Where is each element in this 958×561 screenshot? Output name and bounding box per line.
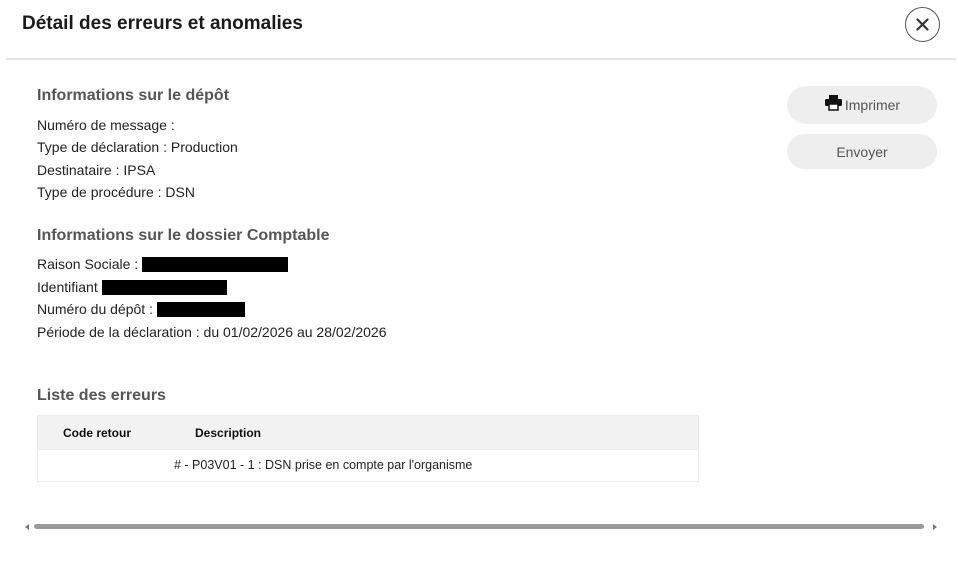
company-name-label: Raison Sociale : xyxy=(37,256,139,272)
print-button[interactable]: Imprimer xyxy=(787,86,937,124)
identifier-label: Identifiant xyxy=(37,279,98,295)
company-name-row: Raison Sociale : xyxy=(37,256,289,272)
table-header: Code retour Description xyxy=(38,416,698,449)
error-description-cell: # - P03V01 - 1 : DSN prise en compte par… xyxy=(174,458,473,472)
header-divider xyxy=(6,58,956,60)
deposit-number-row: Numéro du dépôt : xyxy=(37,301,245,317)
close-icon xyxy=(916,18,929,31)
procedure-type: Type de procédure : DSN xyxy=(37,184,195,200)
errors-heading: Liste des erreurs xyxy=(37,387,166,404)
identifier-row: Identifiant xyxy=(37,279,227,295)
redacted-identifier xyxy=(101,279,227,295)
scrollbar-thumb[interactable] xyxy=(34,524,924,529)
deposit-info-heading: Informations sur le dépôt xyxy=(37,87,230,104)
redacted-company-name xyxy=(142,256,289,272)
redacted-deposit-number xyxy=(156,301,245,317)
modal-title: Détail des erreurs et anomalies xyxy=(22,13,303,34)
deposit-number-label: Numéro du dépôt : xyxy=(37,301,153,317)
accounting-file-heading: Informations sur le dossier Comptable xyxy=(37,227,330,244)
column-header-description: Description xyxy=(195,426,262,440)
recipient: Destinataire : IPSA xyxy=(37,162,156,178)
send-button-label: Envoyer xyxy=(836,143,888,160)
column-header-code: Code retour xyxy=(63,426,132,440)
scroll-left-arrow-icon[interactable] xyxy=(25,524,29,530)
horizontal-scrollbar[interactable] xyxy=(25,520,937,534)
scroll-right-arrow-icon[interactable] xyxy=(933,524,937,530)
errors-table: Code retour Description # - P03V01 - 1 :… xyxy=(37,415,699,482)
table-row: # - P03V01 - 1 : DSN prise en compte par… xyxy=(38,449,698,481)
printer-icon xyxy=(824,94,843,111)
declaration-period: Période de la déclaration : du 01/02/202… xyxy=(37,324,387,340)
send-button[interactable]: Envoyer xyxy=(787,134,937,169)
declaration-type: Type de déclaration : Production xyxy=(37,139,238,155)
print-button-label: Imprimer xyxy=(844,97,901,113)
message-number: Numéro de message : xyxy=(37,117,175,133)
close-button[interactable] xyxy=(905,7,940,42)
